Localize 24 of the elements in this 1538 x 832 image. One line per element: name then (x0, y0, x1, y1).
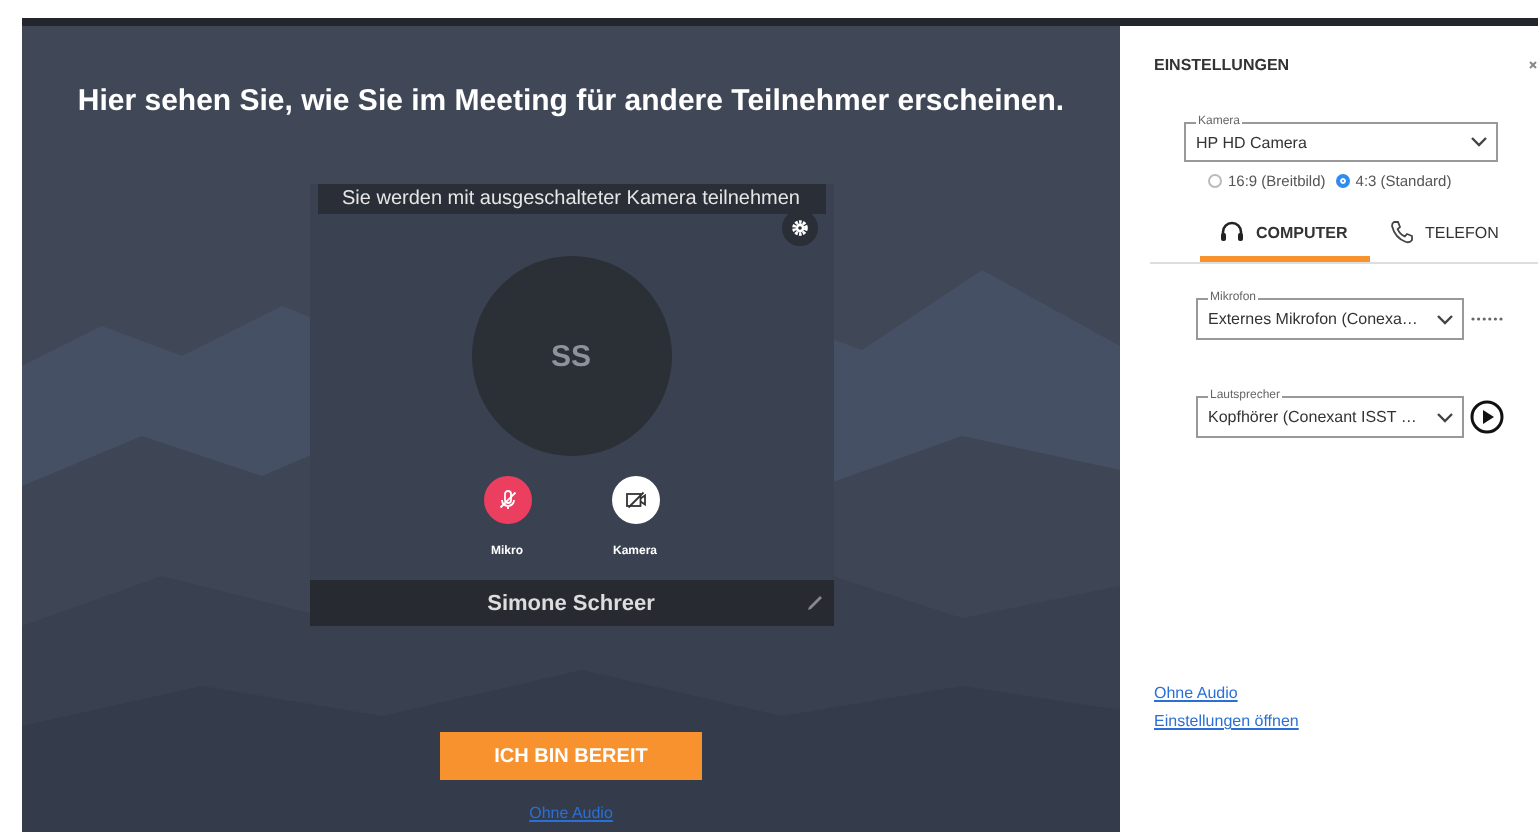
phone-icon (1389, 220, 1413, 244)
level-meter-icon (1470, 316, 1504, 322)
settings-icon (789, 218, 809, 238)
chevron-icon (1470, 136, 1488, 148)
headline: Hier sehen Sie, wie Sie im Meeting für andere Teilnehmer erscheinen. (77, 84, 1065, 120)
microphone-button[interactable] (483, 476, 531, 524)
chevron-icon (1436, 313, 1454, 325)
microphone-icon (495, 488, 519, 512)
chevron-icon (1436, 411, 1454, 423)
camera-icon (623, 488, 647, 512)
headset-icon (1220, 220, 1244, 244)
participant-name: Simone Schreer (487, 591, 655, 615)
settings-link[interactable]: Ohne Audio (1154, 684, 1538, 704)
pencil-icon[interactable] (805, 594, 823, 612)
close-icon[interactable] (1528, 60, 1538, 74)
avatar-initials: SS (471, 256, 671, 456)
play-icon[interactable] (1470, 400, 1504, 434)
settings-button[interactable] (781, 210, 817, 246)
audio-tab[interactable]: TELEFON (1369, 208, 1538, 262)
panel-title: EINSTELLUNGEN (1154, 56, 1290, 76)
settings-link[interactable]: Einstellungen öffnen (1154, 712, 1538, 732)
camera-off-notice: Sie werden mit ausgeschalteter Kamera teilnehmen (317, 184, 825, 214)
audio-tab[interactable]: COMPUTER (1200, 208, 1369, 262)
camera-button[interactable] (611, 476, 659, 524)
